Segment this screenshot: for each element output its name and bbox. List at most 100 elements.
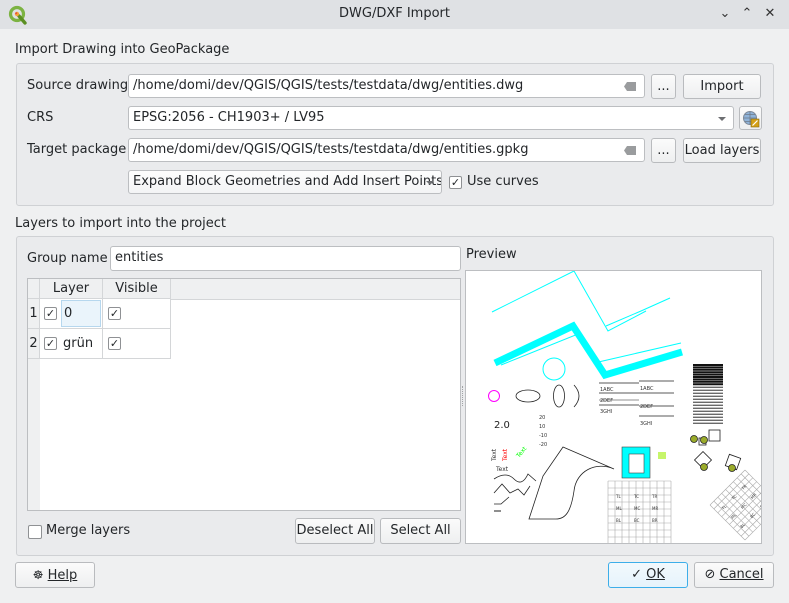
import-group-title: Import Drawing into GeoPackage [15, 42, 230, 57]
text-2def: 2DEF [640, 404, 653, 410]
text-1abc: 1ABC [600, 387, 614, 393]
layer-import-checkbox[interactable]: ✓ [44, 307, 57, 320]
layers-group-title: Layers to import into the project [15, 216, 227, 231]
row-header[interactable]: 2 [28, 329, 40, 359]
chevron-down-icon: ⌄ [719, 6, 731, 21]
group-name-label: Group name [27, 251, 108, 266]
header-filler [171, 279, 460, 300]
help-label: Help [47, 568, 78, 583]
rotated-text-grid: TLTCTRMLMCMRBLBCBR [709, 469, 761, 541]
layer-name: 0 [64, 306, 73, 321]
chevron-up-icon: ⌃ [741, 6, 753, 21]
use-curves-label: Use curves [467, 174, 539, 189]
cyan-circle [542, 357, 566, 381]
grid-label: MC [634, 506, 640, 511]
cancel-label: Cancel [719, 567, 764, 582]
import-button[interactable]: Import [683, 74, 761, 99]
load-layers-button[interactable]: Load layers [683, 138, 761, 163]
cyan-frame-inner [628, 453, 645, 474]
preview-canvas[interactable]: 1ABC 2DEF 3GHI 1ABC 2DEF 3GHI 2.0 20 10 … [465, 270, 762, 544]
layer-visible-checkbox[interactable]: ✓ [108, 337, 121, 350]
clear-icon[interactable] [624, 146, 636, 155]
text-2def: 2DEF [600, 398, 613, 404]
gradient-square [658, 452, 666, 459]
row-header-filler [28, 359, 40, 510]
thin-polyline-middle [605, 297, 671, 327]
text-diagonal-green: Text [515, 445, 529, 460]
checkmark-icon: ✓ [631, 567, 642, 582]
layer-import-checkbox[interactable]: ✓ [44, 337, 57, 350]
scale-label: -20 [539, 442, 547, 448]
ellipse [515, 389, 541, 403]
table-corner [28, 279, 40, 299]
cancel-circle-slash-icon: ⊘ [704, 567, 716, 582]
check-icon: ✓ [45, 337, 56, 350]
merge-layers-checkbox[interactable] [28, 525, 42, 539]
zigzag-polyline [493, 483, 531, 496]
clear-icon[interactable] [624, 82, 636, 91]
ok-button[interactable]: ✓ OK [608, 562, 688, 588]
table-row: ✓ grün [40, 329, 103, 359]
select-all-button[interactable]: Select All [380, 518, 461, 544]
layer-name-cell[interactable]: 0 [61, 300, 101, 327]
ok-label: OK [646, 567, 665, 582]
target-package-input[interactable]: /home/domi/dev/QGIS/QGIS/tests/testdata/… [128, 138, 645, 162]
vertical-ellipse [553, 384, 565, 408]
text-vertical-black: Text [491, 448, 498, 462]
grid-label: BL [739, 521, 747, 529]
text-1abc: 1ABC [640, 386, 654, 392]
grid-label: BL [616, 518, 622, 523]
column-header-layer[interactable]: Layer [40, 279, 103, 299]
scale-texts: 20 10 -10 -20 [539, 415, 547, 448]
chevron-down-icon [718, 117, 726, 121]
column-header-visible[interactable]: Visible [103, 279, 171, 299]
preview-label: Preview [466, 247, 517, 262]
close-button[interactable]: ✕ [761, 5, 779, 23]
dimension-text: 2.0 [494, 420, 510, 431]
check-icon: ✓ [450, 176, 461, 189]
preview-drawing: 1ABC 2DEF 3GHI 1ABC 2DEF 3GHI 2.0 20 10 … [488, 271, 761, 543]
close-icon: ✕ [764, 6, 776, 21]
source-drawing-value: /home/domi/dev/QGIS/QGIS/tests/testdata/… [133, 78, 524, 93]
grid-label: MR [652, 506, 658, 511]
group-name-input[interactable]: entities [110, 246, 461, 271]
source-drawing-input[interactable]: /home/domi/dev/QGIS/QGIS/tests/testdata/… [128, 74, 645, 98]
block-mode-value: Expand Block Geometries and Add Insert P… [133, 174, 442, 189]
cancel-button[interactable]: ⊘ Cancel [694, 562, 774, 588]
layer-name-cell[interactable]: grün [63, 336, 93, 351]
minimize-button[interactable]: ⌄ [716, 5, 734, 23]
crs-selector-button[interactable] [739, 106, 762, 130]
maximize-button[interactable]: ⌃ [738, 5, 756, 23]
hatch-gradient [693, 364, 723, 424]
block-mode-select[interactable]: Expand Block Geometries and Add Insert P… [128, 170, 442, 194]
target-package-label: Target package [27, 142, 127, 157]
help-lifebuoy-icon: ☸ [32, 568, 44, 582]
text-block-right: 1ABC 2DEF 3GHI [639, 380, 674, 427]
layer-visible-checkbox[interactable]: ✓ [108, 307, 121, 320]
text-3ghi: 3GHI [640, 421, 652, 427]
grid-label: TR [651, 494, 657, 499]
spline-curve [493, 473, 537, 483]
title-bar: DWG/DXF Import ⌄ ⌃ ✕ [0, 0, 789, 29]
check-icon: ✓ [45, 307, 56, 320]
arc [573, 384, 580, 408]
browse-target-button[interactable]: ... [651, 138, 676, 163]
row-header[interactable]: 1 [28, 299, 40, 329]
help-button[interactable]: ☸ Help [15, 562, 95, 588]
thick-polyline [493, 321, 684, 380]
check-icon: ✓ [109, 337, 120, 350]
crs-select[interactable]: EPSG:2056 - CH1903+ / LV95 [128, 106, 734, 130]
grid-label: BR [652, 518, 658, 523]
grid-label: BC [634, 518, 640, 523]
layer-name: grün [63, 336, 94, 351]
browse-source-button[interactable]: ... [651, 74, 676, 99]
text-label: Text [495, 466, 509, 473]
crs-label: CRS [27, 110, 54, 125]
grid-label: TL [615, 494, 621, 499]
source-drawing-label: Source drawing [27, 78, 129, 93]
use-curves-checkbox[interactable]: ✓ [449, 176, 462, 189]
deselect-all-button[interactable]: Deselect All [295, 518, 375, 544]
crs-value: EPSG:2056 - CH1903+ / LV95 [133, 110, 325, 125]
grid-line [709, 504, 746, 541]
grid-label: BC [749, 512, 757, 520]
